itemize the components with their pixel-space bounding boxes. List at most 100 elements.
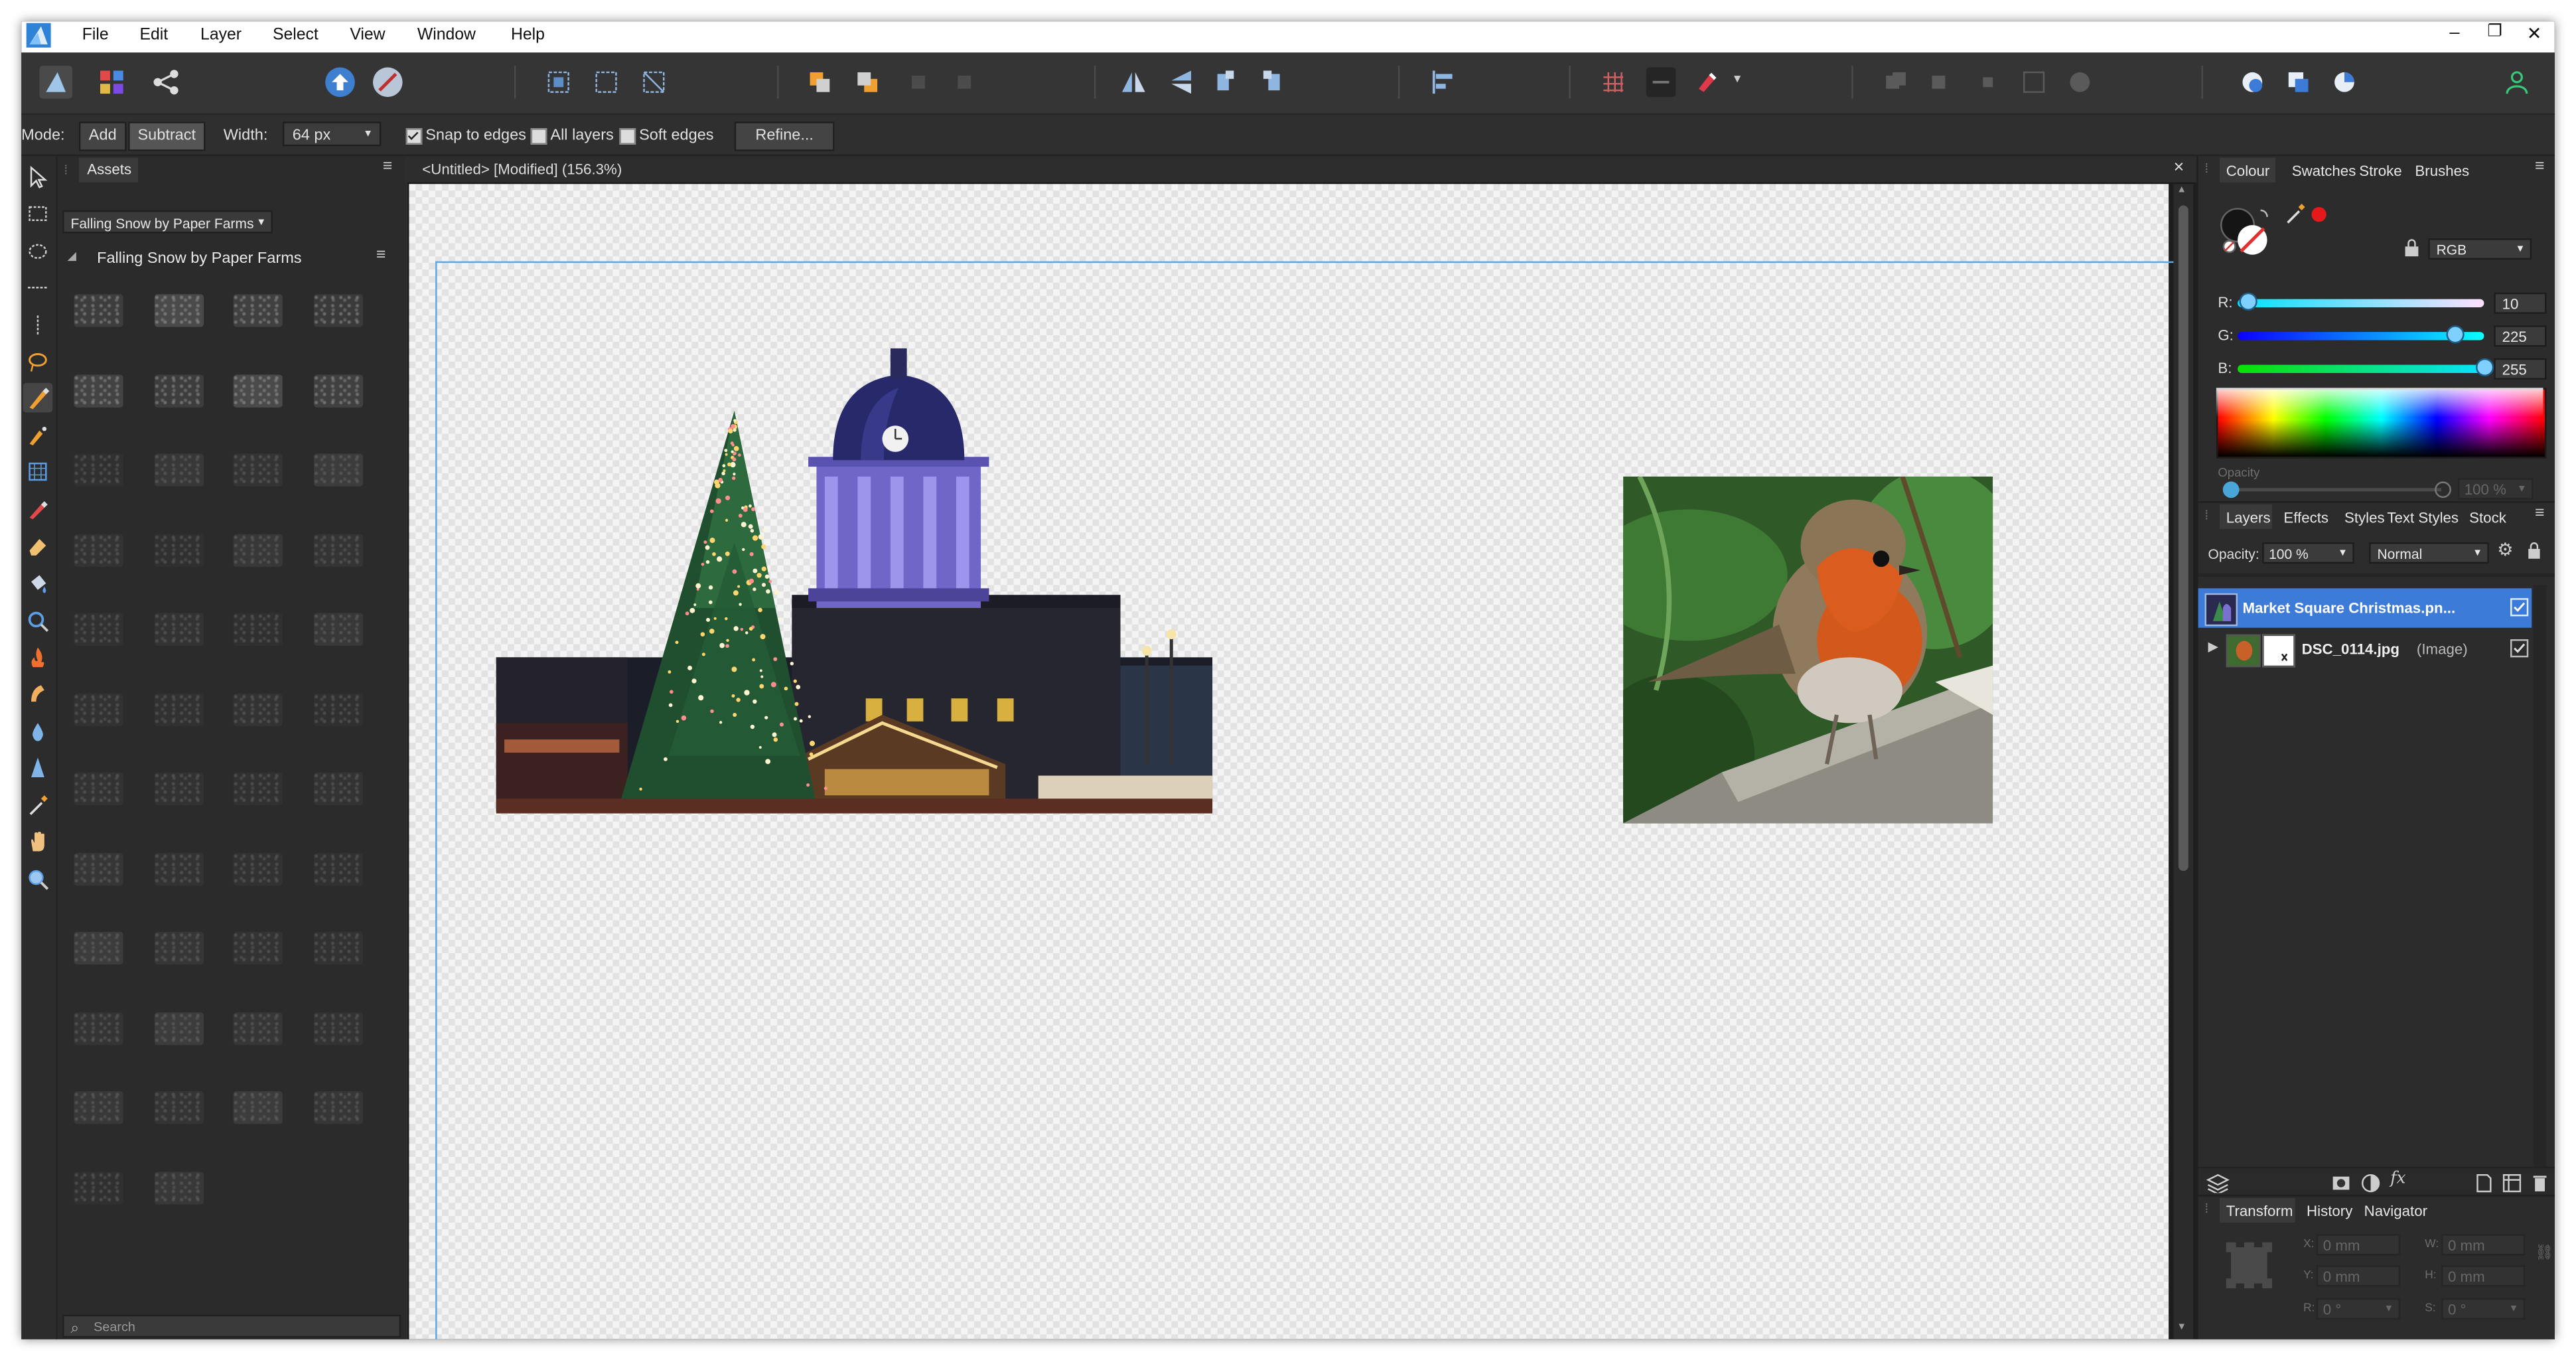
dodge-tool-icon[interactable] [27,610,50,633]
brush-thumbnail[interactable] [153,852,203,885]
arrange-back-icon[interactable] [853,68,883,98]
brush-thumbnail[interactable] [153,1091,203,1124]
r-value-input[interactable]: 10 [2494,292,2547,314]
panel-menu-icon[interactable]: ≡ [383,158,392,176]
soft-edges-checkbox[interactable] [619,128,636,145]
assets-tab[interactable]: Assets [78,157,138,183]
add-mask-icon[interactable] [2331,1173,2351,1193]
crop-tool-icon[interactable] [27,460,50,483]
colour-model-dropdown[interactable]: RGB ▼ [2428,238,2532,260]
brush-thumbnail[interactable] [74,692,123,726]
minimize-button[interactable]: – [2449,23,2459,43]
zoom-tool-icon[interactable] [27,868,50,891]
asset-group-header[interactable]: ◢ Falling Snow by Paper Farms ≡ [58,240,406,275]
brush-thumbnail[interactable] [74,1171,123,1204]
width-dropdown-icon[interactable]: ▼ [363,123,373,148]
sharpen-tool-icon[interactable] [27,756,50,779]
brush-thumbnail[interactable] [74,294,123,327]
flood-select-icon[interactable] [27,424,50,447]
brush-thumbnail[interactable] [313,613,362,646]
document-tab[interactable]: <Untitled> [Modified] (156.3%) × [407,156,2197,185]
layers-scrollbar[interactable] [2533,585,2547,1169]
row-marquee-icon[interactable] [27,276,50,299]
x-position-input[interactable]: 0 mm [2316,1234,2401,1256]
brush-thumbnail[interactable] [233,772,283,806]
brush-thumbnail[interactable] [313,772,362,806]
brush-thumbnail[interactable] [153,294,203,327]
brush-thumbnail[interactable] [153,1011,203,1045]
collapse-arrow-icon[interactable]: ◢ [68,250,76,263]
brush-thumbnail[interactable] [313,692,362,726]
expand-arrow-icon[interactable]: ▶ [2208,639,2218,654]
brush-thumbnail[interactable] [233,453,283,487]
link-icon[interactable]: ⛓ [2535,1244,2553,1262]
smudge-tool-icon[interactable] [27,682,50,705]
share-icon[interactable] [151,68,181,98]
layer-visibility-checkbox[interactable] [2510,639,2529,658]
b-slider-knob[interactable] [2476,358,2494,376]
brush-thumbnail[interactable] [74,453,123,487]
group-layers-icon[interactable] [2502,1173,2522,1193]
close-window-button[interactable]: ✕ [2527,23,2542,44]
brush-thumbnail[interactable] [233,692,283,726]
photo-persona-icon[interactable] [39,66,72,99]
snap-grid-icon[interactable] [1599,68,1628,98]
freehand-selection-icon[interactable] [27,350,50,373]
refine-mask-icon[interactable] [2283,68,2313,98]
picked-colour-swatch[interactable] [2311,206,2326,222]
refine-button[interactable]: Refine... [734,121,835,151]
arrange-forward-icon[interactable] [805,68,835,98]
panel-menu-icon[interactable]: ≡ [2535,504,2544,522]
brush-thumbnail[interactable] [313,931,362,965]
effects-tab[interactable]: Effects [2283,509,2328,526]
rotate-left-icon[interactable] [1211,68,1241,98]
robin-photo-image[interactable] [1623,476,1993,824]
menu-edit[interactable]: Edit [139,27,168,44]
eyedropper-icon[interactable] [2283,202,2307,226]
ellipse-marquee-icon[interactable] [27,240,50,263]
layer-visibility-checkbox[interactable] [2510,598,2529,617]
navigator-tab[interactable]: Navigator [2364,1203,2427,1219]
snap-to-edges-checkbox[interactable] [405,128,423,145]
selection-brush-tool-active[interactable] [23,382,53,413]
brush-thumbnail[interactable] [233,613,283,646]
stock-tab[interactable]: Stock [2469,509,2506,526]
height-input[interactable]: 0 mm [2441,1265,2526,1287]
brush-thumbnail[interactable] [233,374,283,407]
rectangle-marquee-icon[interactable] [27,202,50,226]
move-tool-icon[interactable] [27,166,50,189]
brush-thumbnail[interactable] [153,1171,203,1204]
market-square-christmas-image[interactable] [496,345,1213,814]
swatches-tab[interactable]: Swatches [2292,163,2356,179]
close-document-button[interactable]: × [2173,158,2184,178]
layer-lock-icon[interactable] [2527,542,2541,560]
asset-search-input[interactable]: ⌕ Search [62,1314,401,1338]
colour-opacity-input[interactable]: 100 % ▼ [2457,478,2534,500]
b-slider-track[interactable] [2238,364,2484,374]
text-styles-tab[interactable]: Text Styles [2387,509,2459,526]
opacity-slider-track[interactable] [2224,488,2442,492]
scroll-up-icon[interactable]: ▲ [2177,186,2186,196]
anchor-point-grid-icon[interactable] [2224,1241,2273,1290]
brush-thumbnail[interactable] [74,374,123,407]
brush-thumbnail[interactable] [74,852,123,885]
view-tool-icon[interactable] [27,830,50,853]
all-layers-checkbox[interactable] [530,128,547,145]
snap-toggle-icon[interactable] [1646,67,1676,98]
channel-mask-icon[interactable] [2330,68,2360,98]
brush-thumbnail[interactable] [313,1091,362,1124]
gear-icon[interactable]: ⚙ [2497,539,2513,561]
select-all-icon[interactable] [543,68,573,98]
layer-row-dsc-0114[interactable]: ▶ DSC_0114.jpg (Image) [2198,629,2532,668]
history-tab[interactable]: History [2307,1203,2352,1219]
brushes-tab[interactable]: Brushes [2415,163,2469,179]
liquify-persona-icon[interactable] [97,68,127,98]
align-left-icon[interactable] [1427,68,1457,98]
snapping-dropdown-icon[interactable]: ▼ [1731,74,1743,85]
brush-thumbnail[interactable] [74,533,123,566]
layer-mask-thumbnail[interactable] [2262,634,2295,668]
stroke-tab[interactable]: Stroke [2359,163,2401,179]
r-slider-track[interactable] [2238,299,2484,307]
brush-thumbnail[interactable] [313,453,362,487]
flip-vertical-icon[interactable] [1167,68,1196,98]
